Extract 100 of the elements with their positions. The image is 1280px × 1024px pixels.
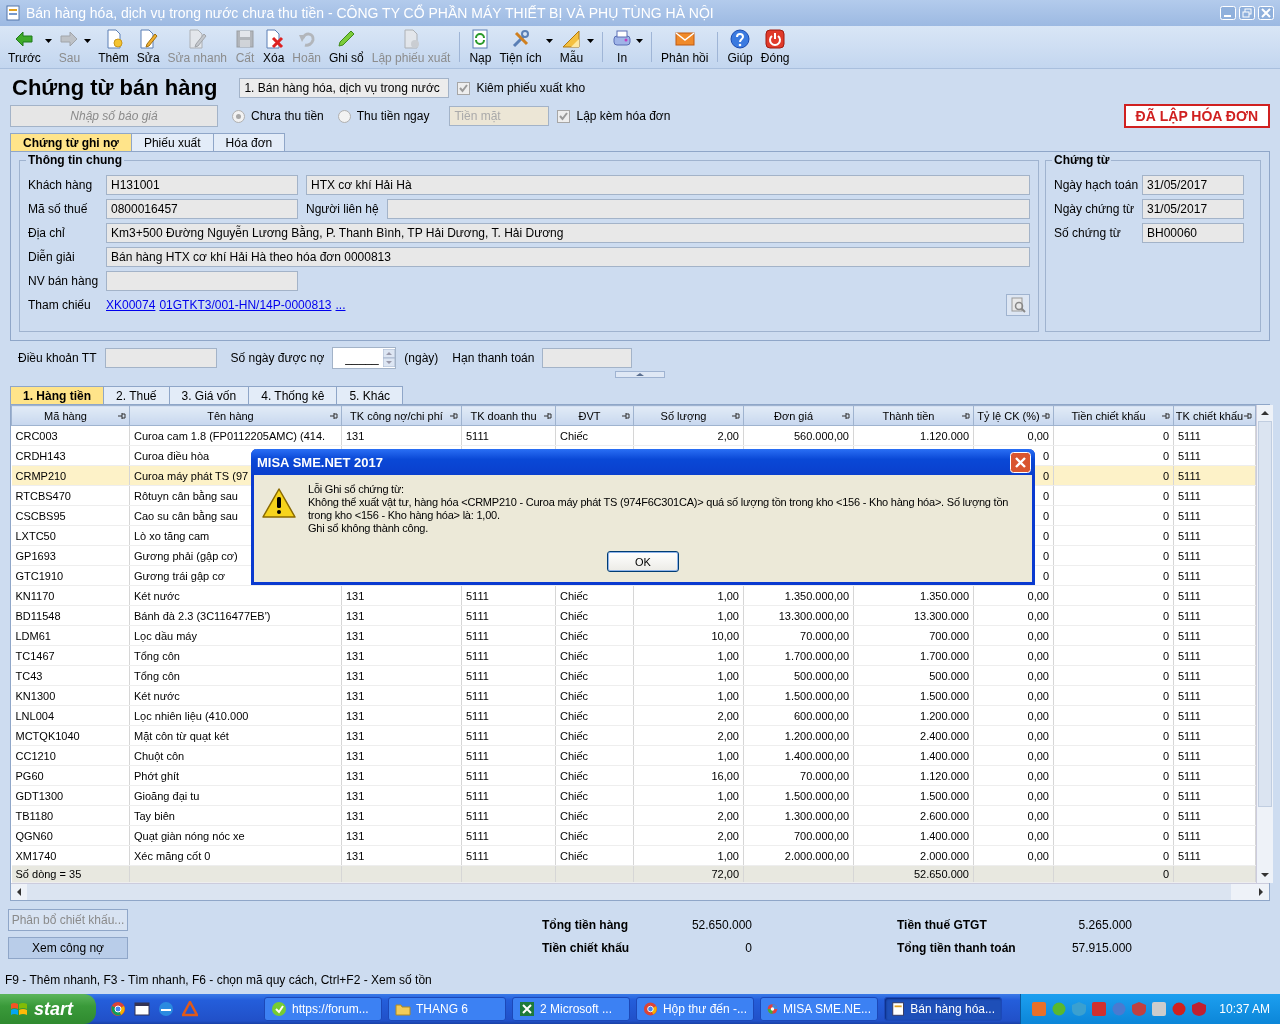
table-cell: LNL004	[11, 705, 130, 726]
caret-icon[interactable]	[545, 39, 553, 43]
text-field[interactable]: Bán hàng HTX cơ khí Hải Hà theo hóa đơn 0000813	[106, 247, 1030, 267]
column-header[interactable]: TK công nợ/chi phí	[341, 405, 462, 426]
toolbar-button[interactable]: Xóa	[259, 27, 289, 67]
tray-icon[interactable]	[1171, 1001, 1188, 1017]
group-title: Chứng từ	[1052, 153, 1112, 167]
tab[interactable]: Chứng từ ghi nợ	[10, 133, 132, 151]
tray-icon[interactable]	[1191, 1001, 1208, 1017]
window-icon[interactable]	[134, 1001, 150, 1017]
taskbar-button[interactable]: MISA SME.NE...	[760, 997, 878, 1021]
ok-button[interactable]: OK	[607, 551, 679, 572]
toolbar-button[interactable]: Mẫu	[555, 27, 588, 67]
table-cell: Chiếc	[555, 845, 634, 866]
start-button[interactable]: start	[0, 994, 96, 1024]
column-header[interactable]: Tiền chiết khấu	[1053, 405, 1174, 426]
tab[interactable]: 2. Thuế	[103, 386, 170, 404]
reference-link[interactable]: ...	[335, 298, 346, 312]
table-cell: XM1740	[11, 845, 130, 866]
pin-icon[interactable]	[118, 412, 126, 420]
spinner-icon[interactable]	[383, 349, 396, 367]
table-cell: 131	[341, 685, 462, 706]
document-icon	[891, 1001, 906, 1017]
toolbar-button[interactable]: Giúp	[723, 27, 757, 67]
pin-icon[interactable]	[732, 412, 740, 420]
column-header[interactable]: TK chiết khấu	[1173, 405, 1256, 426]
taskbar-button[interactable]: THANG 6	[388, 997, 506, 1021]
toolbar-button[interactable]: Trước	[4, 27, 45, 67]
toolbar-button[interactable]: Sửa	[132, 27, 164, 67]
toolbar-button[interactable]: Phản hồi	[657, 27, 713, 67]
pin-icon[interactable]	[1244, 412, 1252, 420]
field-label: Mã số thuế	[28, 202, 89, 216]
column-header[interactable]: Thành tiền	[853, 405, 974, 426]
refresh-icon	[470, 29, 491, 49]
tab[interactable]: Phiếu xuất	[130, 133, 214, 151]
column-header[interactable]: Tỷ lệ CK (%)	[973, 405, 1054, 426]
text-field[interactable]: Km3+500 Đường Nguyễn Lương Bằng, P. Thanh Bình, TP Hải Dương, T. Hải Dương	[106, 223, 1030, 243]
pin-icon[interactable]	[1042, 412, 1050, 420]
vertical-scrollbar[interactable]	[1256, 405, 1273, 883]
number-field[interactable]: _____	[332, 347, 397, 369]
action-button[interactable]: Xem công nợ	[8, 937, 128, 959]
search-button[interactable]	[1006, 294, 1030, 316]
caret-icon[interactable]	[636, 39, 644, 43]
window-title: Bán hàng hóa, dịch vụ trong nước chưa thu tiền - CÔNG TY CỔ PHẦN MÁY THIẾT BỊ VÀ PHỤ TÙNG HÀ NỘI	[26, 5, 715, 21]
pin-icon[interactable]	[842, 412, 850, 420]
text-field[interactable]	[106, 271, 298, 291]
pin-icon[interactable]	[544, 412, 552, 420]
tab[interactable]: Hóa đơn	[212, 133, 286, 151]
tray-icon[interactable]	[1151, 1001, 1168, 1017]
tab[interactable]: 1. Hàng tiền	[10, 386, 104, 404]
column-header[interactable]: ĐVT	[555, 405, 634, 426]
text-field[interactable]: 0800016457	[106, 199, 298, 219]
pin-icon[interactable]	[450, 412, 458, 420]
reference-link[interactable]: 01GTKT3/001-HN/14P-0000813	[159, 298, 332, 312]
restore-icon[interactable]	[1239, 6, 1255, 20]
taskbar-button[interactable]: 2 Microsoft ...	[512, 997, 630, 1021]
pin-icon[interactable]	[962, 412, 970, 420]
taskbar-button[interactable]: https://forum...	[264, 997, 382, 1021]
caret-icon[interactable]	[44, 39, 52, 43]
column-header[interactable]: Mã hàng	[11, 405, 130, 426]
text-field[interactable]	[104, 348, 217, 368]
taskbar-button[interactable]: Bán hàng hóa...	[884, 997, 1002, 1021]
pin-icon[interactable]	[330, 412, 338, 420]
toolbar-button[interactable]: Nạp	[465, 27, 496, 67]
text-field[interactable]: H131001	[106, 175, 298, 195]
toolbar-button[interactable]: Tiện ích	[495, 27, 546, 67]
text-field[interactable]: 31/05/2017	[1142, 175, 1244, 195]
column-header[interactable]: Tên hàng	[129, 405, 342, 426]
table-cell: 13.300.000,00	[743, 605, 854, 626]
column-header[interactable]: Số lượng	[633, 405, 744, 426]
reference-link[interactable]: XK00074	[106, 298, 156, 312]
quote-field[interactable]: Nhập số báo giá	[10, 105, 218, 127]
toolbar-button[interactable]: Đóng	[756, 27, 794, 67]
column-header[interactable]: TK doanh thu	[461, 405, 556, 426]
tab[interactable]: 3. Giá vốn	[168, 386, 250, 404]
table-cell: 5111	[461, 705, 556, 726]
tab[interactable]: 4. Thống kê	[248, 386, 338, 404]
minimize-icon[interactable]	[1220, 6, 1236, 20]
text-field[interactable]: HTX cơ khí Hải Hà	[306, 175, 1030, 195]
toolbar-button[interactable]: In	[608, 27, 637, 67]
table-cell: 0	[1053, 565, 1174, 586]
table-cell: 5111	[461, 725, 556, 746]
text-field[interactable]: BH00060	[1142, 223, 1244, 243]
horizontal-scrollbar[interactable]	[11, 883, 1269, 900]
taskbar-button[interactable]: Hộp thư đến -...	[636, 997, 754, 1021]
caret-icon[interactable]	[587, 39, 595, 43]
close-icon[interactable]	[1010, 451, 1031, 473]
tab[interactable]: 5. Khác	[336, 386, 404, 404]
toolbar-button[interactable]: Thêm	[94, 27, 133, 67]
close-icon[interactable]	[1258, 6, 1274, 20]
text-field[interactable]: 31/05/2017	[1142, 199, 1244, 219]
column-header[interactable]: Đơn giá	[743, 405, 854, 426]
text-field[interactable]	[386, 199, 1030, 219]
pin-icon[interactable]	[1162, 412, 1170, 420]
toolbar-button[interactable]: Ghi sổ	[325, 27, 368, 67]
text-field[interactable]	[542, 348, 633, 368]
pin-icon[interactable]	[622, 412, 630, 420]
collapse-handle-icon[interactable]	[615, 371, 665, 378]
voucher-type-field[interactable]: 1. Bán hàng hóa, dịch vụ trong nước	[239, 78, 450, 98]
table-cell: Mặt côn từ quạt két	[129, 725, 342, 746]
